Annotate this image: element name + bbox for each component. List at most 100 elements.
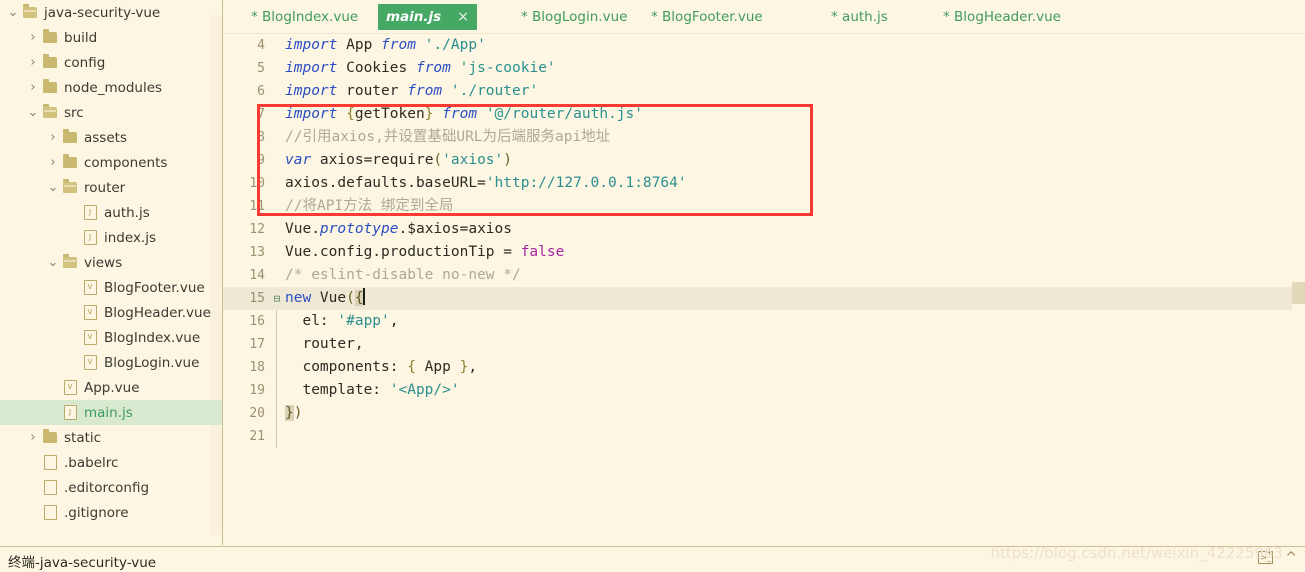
tree-item-config[interactable]: › config xyxy=(0,50,222,75)
tree-item-auth-js[interactable]: ·Jauth.js xyxy=(0,200,222,225)
code-line-8[interactable]: 8 //引用axios,并设置基础URL为后端服务api地址 xyxy=(223,126,1305,149)
code-line-20[interactable]: 20}) xyxy=(223,402,1305,425)
editor-tab-label: * BlogIndex.vue xyxy=(251,9,359,25)
chevron-right-icon[interactable]: › xyxy=(46,131,60,144)
code-text: Vue.config.productionTip = false xyxy=(285,244,565,260)
editor-tab-blogindex.vue[interactable]: * BlogIndex.vue xyxy=(243,4,366,30)
editor-tab-auth.js[interactable]: * auth.js xyxy=(823,4,896,30)
editor-tab-bloglogin.vue[interactable]: * BlogLogin.vue xyxy=(513,4,635,30)
code-line-16[interactable]: 16 el: '#app', xyxy=(223,310,1305,333)
tree-item-router[interactable]: ⌄ router xyxy=(0,175,222,200)
folder-icon xyxy=(40,54,60,68)
tree-item-node-modules[interactable]: › node_modules xyxy=(0,75,222,100)
close-icon[interactable]: × xyxy=(457,9,469,25)
code-line-5[interactable]: 5 import Cookies from 'js-cookie' xyxy=(223,57,1305,80)
code-line-14[interactable]: 14 /* eslint-disable no-new */ xyxy=(223,264,1305,287)
folder-icon xyxy=(60,129,80,143)
chevron-down-icon[interactable]: ⌄ xyxy=(26,106,40,119)
js-file-icon: J xyxy=(60,405,80,420)
indent-guide xyxy=(276,402,277,425)
line-number: 20 xyxy=(249,406,265,421)
tree-item-index-js[interactable]: ·Jindex.js xyxy=(0,225,222,250)
tree-indent-spacer: · xyxy=(66,358,80,367)
js-file-icon: J xyxy=(80,205,100,220)
tree-item-label: main.js xyxy=(84,404,133,421)
tree-item-assets[interactable]: › assets xyxy=(0,125,222,150)
chevron-right-icon[interactable]: › xyxy=(26,56,40,69)
editor-tab-label: * BlogFooter.vue xyxy=(651,9,763,25)
chevron-right-icon[interactable]: › xyxy=(26,431,40,444)
code-line-15[interactable]: 15 ⊟ new Vue({ xyxy=(223,287,1305,310)
editor-tab-bar[interactable]: * BlogIndex.vue main.js × * BlogLogin.vue * … xyxy=(223,0,1305,33)
vue-file-icon: V xyxy=(80,305,100,320)
chevron-up-icon[interactable]: ^ xyxy=(1285,551,1297,565)
tree-item--gitignore[interactable]: · .gitignore xyxy=(0,500,222,525)
code-line-12[interactable]: 12 Vue.prototype.$axios=axios xyxy=(223,218,1305,241)
code-line-10[interactable]: 10 axios.defaults.baseURL='http://127.0.0… xyxy=(223,172,1305,195)
code-text: //引用axios,并设置基础URL为后端服务api地址 xyxy=(285,129,611,145)
editor-tab-label: * auth.js xyxy=(831,9,888,25)
editor-tab-blogheader.vue[interactable]: * BlogHeader.vue xyxy=(935,4,1069,30)
editor-tab-blogfooter.vue[interactable]: * BlogFooter.vue xyxy=(643,4,771,30)
folder-open-icon xyxy=(20,4,40,18)
tree-item-blogfooter-vue[interactable]: ·V BlogFooter.vue xyxy=(0,275,222,300)
tree-item-views[interactable]: ⌄ views xyxy=(0,250,222,275)
editor-tab-label: * BlogHeader.vue xyxy=(943,9,1061,25)
tree-item-main-js[interactable]: ·Jmain.js xyxy=(0,400,222,425)
tree-item-src[interactable]: ⌄ src xyxy=(0,100,222,125)
tree-item-label: BlogFooter.vue xyxy=(104,279,205,296)
editor-scrollbar-thumb[interactable] xyxy=(1292,282,1305,304)
editor-tab-label: * BlogLogin.vue xyxy=(521,9,628,25)
vue-file-icon: V xyxy=(60,380,80,395)
editor-tab-main.js[interactable]: main.js × xyxy=(378,4,477,30)
code-line-6[interactable]: 6 import router from './router' xyxy=(223,80,1305,103)
code-line-19[interactable]: 19 template: '<App/>' xyxy=(223,379,1305,402)
code-line-17[interactable]: 17 router, xyxy=(223,333,1305,356)
chevron-right-icon[interactable]: › xyxy=(26,31,40,44)
chevron-down-icon[interactable]: ⌄ xyxy=(46,256,60,269)
code-line-18[interactable]: 18 components: { App }, xyxy=(223,356,1305,379)
code-line-13[interactable]: 13 Vue.config.productionTip = false xyxy=(223,241,1305,264)
code-text: el: '#app', xyxy=(285,313,399,329)
tree-item-bloglogin-vue[interactable]: ·V BlogLogin.vue xyxy=(0,350,222,375)
code-text: components: { App }, xyxy=(285,359,478,375)
code-fold-toggle-icon[interactable]: ⊟ xyxy=(271,287,283,310)
code-line-7[interactable]: 7 import {getToken} from '@/router/auth.j… xyxy=(223,103,1305,126)
terminal-add-icon[interactable]: >_ xyxy=(1258,548,1274,564)
project-file-tree[interactable]: ⌄ java-security-vue › build › config › node_mod… xyxy=(0,0,223,545)
code-text: }) xyxy=(285,405,303,421)
tree-item-blogindex-vue[interactable]: ·V BlogIndex.vue xyxy=(0,325,222,350)
editor-scrollbar[interactable] xyxy=(1292,34,1305,545)
line-number: 4 xyxy=(257,38,265,53)
code-line-11[interactable]: 11 //将API方法 绑定到全局 xyxy=(223,195,1305,218)
tree-item-blogheader-vue[interactable]: ·V BlogHeader.vue xyxy=(0,300,222,325)
tree-item--editorconfig[interactable]: · .editorconfig xyxy=(0,475,222,500)
tree-item-static[interactable]: › static xyxy=(0,425,222,450)
chevron-right-icon[interactable]: › xyxy=(26,81,40,94)
tree-item-label: .gitignore xyxy=(64,504,129,521)
tree-item-java-security-vue[interactable]: ⌄ java-security-vue xyxy=(0,0,222,25)
line-number: 13 xyxy=(249,245,265,260)
code-content[interactable]: 4 import App from './App' 5 import Cookies … xyxy=(223,34,1305,545)
tree-indent-spacer: · xyxy=(26,458,40,467)
terminal-status-label[interactable]: 终端-java-security-vue xyxy=(8,551,156,571)
code-line-4[interactable]: 4 import App from './App' xyxy=(223,34,1305,57)
code-text: import Cookies from 'js-cookie' xyxy=(285,60,556,76)
chevron-right-icon[interactable]: › xyxy=(46,156,60,169)
tree-item-label: assets xyxy=(84,129,127,146)
tree-indent-spacer: · xyxy=(66,233,80,242)
tree-indent-spacer: · xyxy=(66,308,80,317)
editor-tab-label: main.js xyxy=(386,9,442,25)
tree-item-build[interactable]: › build xyxy=(0,25,222,50)
line-number: 18 xyxy=(249,360,265,375)
tree-item-components[interactable]: › components xyxy=(0,150,222,175)
code-line-9[interactable]: 9 var axios=require('axios') xyxy=(223,149,1305,172)
code-text: Vue.prototype.$axios=axios xyxy=(285,221,512,237)
code-line-21[interactable]: 21 xyxy=(223,425,1305,448)
line-number: 6 xyxy=(257,84,265,99)
tree-item-app-vue[interactable]: ·V App.vue xyxy=(0,375,222,400)
chevron-down-icon[interactable]: ⌄ xyxy=(46,181,60,194)
chevron-down-icon[interactable]: ⌄ xyxy=(6,6,20,19)
code-text: new Vue({ xyxy=(285,288,365,306)
tree-item--babelrc[interactable]: · .babelrc xyxy=(0,450,222,475)
